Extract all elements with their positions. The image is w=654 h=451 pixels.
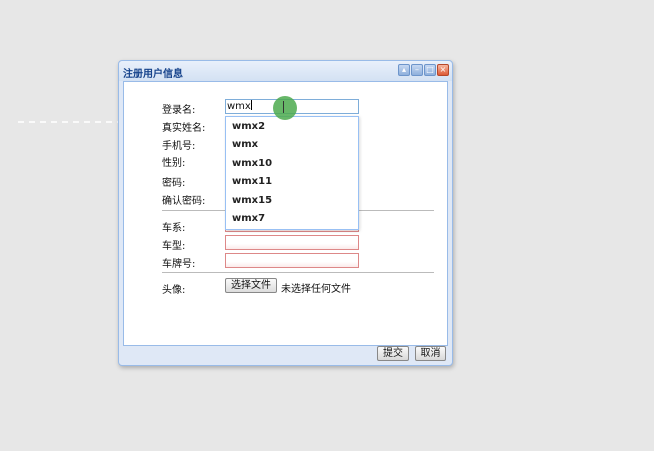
form-panel: 登录名: wmx 真实姓名: 手机号: 性别: 密码: 确认密码: 车系: 车型… xyxy=(123,81,448,346)
confirm-password-label: 确认密码: xyxy=(162,196,206,207)
window-footer: 提交 取消 xyxy=(123,346,448,363)
window-tools: ▴ – □ × xyxy=(398,64,449,76)
autocomplete-option[interactable]: wmx11 xyxy=(232,176,272,187)
window-titlebar[interactable]: 注册用户信息 ▴ – □ × xyxy=(119,61,452,81)
collapse-icon[interactable]: ▴ xyxy=(398,64,410,76)
window-title: 注册用户信息 xyxy=(123,69,183,80)
ibeam-cursor-icon xyxy=(283,101,286,113)
autocomplete-option[interactable]: wmx10 xyxy=(232,158,272,169)
text-caret xyxy=(250,100,252,110)
maximize-icon[interactable]: □ xyxy=(424,64,436,76)
minimize-icon[interactable]: – xyxy=(411,64,423,76)
file-status: 未选择任何文件 xyxy=(281,284,351,295)
plate-label: 车牌号: xyxy=(162,259,196,270)
close-icon[interactable]: × xyxy=(437,64,449,76)
model-label: 车型: xyxy=(162,241,186,252)
login-value: wmx xyxy=(227,101,251,112)
realname-label: 真实姓名: xyxy=(162,123,206,134)
autocomplete-option[interactable]: wmx xyxy=(232,139,258,150)
plate-input[interactable] xyxy=(225,253,359,268)
login-label: 登录名: xyxy=(162,105,196,116)
phone-label: 手机号: xyxy=(162,141,196,152)
cancel-button[interactable]: 取消 xyxy=(415,346,446,361)
autocomplete-dropdown: wmx2 wmx wmx10 wmx11 wmx15 wmx7 xyxy=(225,116,359,230)
series-label: 车系: xyxy=(162,223,186,234)
register-user-window: 注册用户信息 ▴ – □ × 登录名: wmx 真实姓名: 手机号: 性别: 密… xyxy=(118,60,453,366)
section-divider xyxy=(162,272,434,273)
submit-button[interactable]: 提交 xyxy=(377,346,409,361)
choose-file-button[interactable]: 选择文件 xyxy=(225,278,277,293)
autocomplete-option[interactable]: wmx7 xyxy=(232,213,265,224)
model-select[interactable] xyxy=(225,235,359,250)
avatar-label: 头像: xyxy=(162,285,186,296)
gender-label: 性别: xyxy=(162,158,186,169)
autocomplete-option[interactable]: wmx15 xyxy=(232,195,272,206)
password-label: 密码: xyxy=(162,178,186,189)
autocomplete-option[interactable]: wmx2 xyxy=(232,121,265,132)
